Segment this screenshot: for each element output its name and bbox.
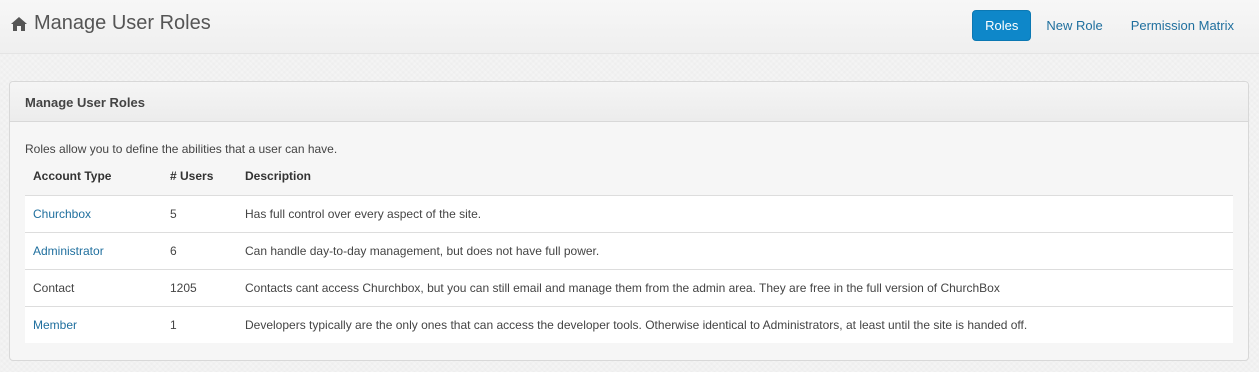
cell-account-type: Churchbox <box>25 195 162 232</box>
cell-account-type: Administrator <box>25 231 162 269</box>
cell-user-count: 1 <box>162 305 237 343</box>
cell-description: Developers typically are the only ones t… <box>237 305 1233 343</box>
role-link-member[interactable]: Member <box>33 318 77 332</box>
cell-description: Can handle day-to-day management, but do… <box>237 231 1233 269</box>
page-title-text: Manage User Roles <box>34 12 211 34</box>
panel-body: Roles allow you to define the abilities … <box>10 122 1248 343</box>
cell-user-count: 1205 <box>162 268 237 306</box>
column-header-users: # Users <box>162 169 237 196</box>
nav-new-role-link[interactable]: New Role <box>1033 10 1115 41</box>
column-header-description: Description <box>237 169 1233 196</box>
intro-text: Roles allow you to define the abilities … <box>25 142 338 156</box>
role-link-churchbox[interactable]: Churchbox <box>33 207 91 221</box>
panel-heading: Manage User Roles <box>10 82 1248 122</box>
home-icon <box>10 16 28 32</box>
table-row: Contact 1205 Contacts cant access Church… <box>25 268 1233 306</box>
cell-user-count: 5 <box>162 195 237 232</box>
nav-permission-matrix-link[interactable]: Permission Matrix <box>1118 10 1247 41</box>
page-title: Manage User Roles <box>10 12 211 35</box>
table-row: Member 1 Developers typically are the on… <box>25 305 1233 343</box>
nav-roles-button[interactable]: Roles <box>972 10 1032 41</box>
cell-description: Has full control over every aspect of th… <box>237 195 1233 232</box>
top-bar: Manage User Roles Roles New Role Permiss… <box>0 0 1259 54</box>
column-header-account-type: Account Type <box>25 169 162 196</box>
cell-user-count: 6 <box>162 231 237 269</box>
roles-table: Account Type # Users Description Churchb… <box>25 169 1233 343</box>
cell-account-type: Member <box>25 305 162 343</box>
role-label-contact: Contact <box>33 280 75 295</box>
cell-account-type: Contact <box>25 268 162 306</box>
table-row: Administrator 6 Can handle day-to-day ma… <box>25 231 1233 269</box>
table-header-row: Account Type # Users Description <box>25 169 1233 196</box>
roles-panel: Manage User Roles Roles allow you to def… <box>9 81 1249 361</box>
header-nav: Roles New Role Permission Matrix <box>972 10 1247 41</box>
cell-description: Contacts cant access Churchbox, but you … <box>237 268 1233 306</box>
table-row: Churchbox 5 Has full control over every … <box>25 195 1233 232</box>
role-link-administrator[interactable]: Administrator <box>33 244 104 258</box>
